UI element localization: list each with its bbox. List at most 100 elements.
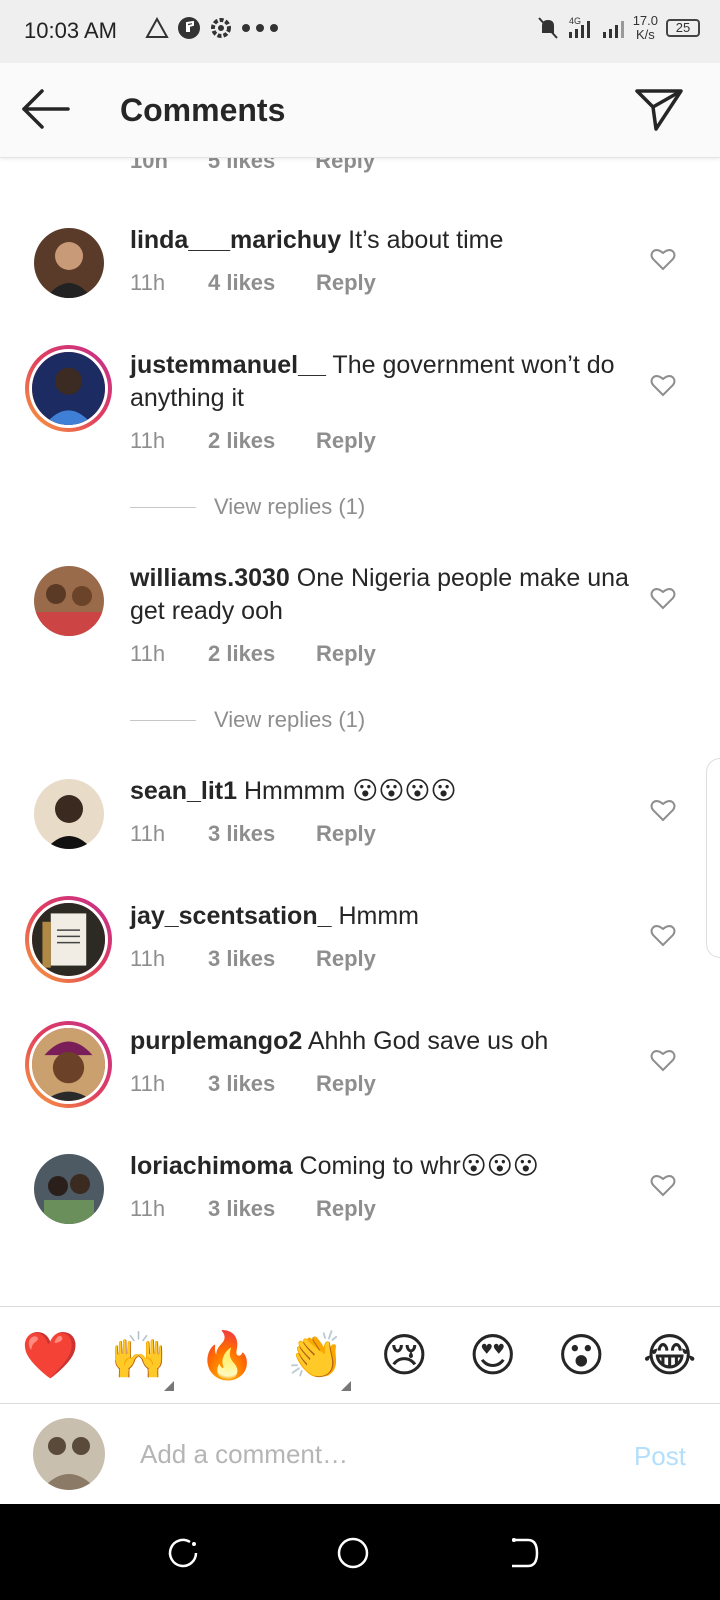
emoji-surprised-button[interactable]: 😮 — [546, 1328, 616, 1382]
avatar-image — [34, 1154, 104, 1224]
skin-tone-indicator-icon — [163, 1380, 174, 1391]
reply-button[interactable]: Reply — [316, 270, 376, 296]
page-title: Comments — [120, 92, 286, 128]
heart-icon[interactable] — [650, 247, 676, 271]
reply-button[interactable]: Reply — [316, 1071, 376, 1097]
signal-icon: 4G — [568, 16, 590, 38]
emoji-heart-eyes-button[interactable]: 😍 — [458, 1328, 528, 1382]
comment-likes[interactable]: 3 likes — [208, 1071, 316, 1097]
comments-header: Comments — [0, 63, 720, 158]
avatar-image — [34, 779, 104, 849]
back-icon[interactable] — [506, 1536, 540, 1570]
avatar-image — [34, 228, 104, 298]
cut-off-comment-meta: 10h 5 likes Reply — [130, 158, 375, 174]
status-bar: 10:03 AM 4G 17.0 K/s 25 — [0, 0, 720, 63]
comment-username[interactable]: williams.3030 — [130, 564, 290, 592]
comment-meta: 11h 3 likes Reply — [130, 1196, 376, 1222]
comment-text: purplemango2 Ahhh God save us oh — [130, 1025, 630, 1058]
comment-likes[interactable]: 2 likes — [208, 428, 316, 454]
comment-likes[interactable]: 3 likes — [208, 821, 316, 847]
comment-username[interactable]: justemmanuel__ — [130, 351, 326, 379]
emoji-raised-hands-button[interactable]: 🙌 — [104, 1328, 174, 1391]
home-icon[interactable] — [336, 1536, 370, 1570]
avatar[interactable] — [34, 228, 104, 298]
more-dots-icon — [242, 24, 278, 32]
comment-likes[interactable]: 4 likes — [208, 270, 316, 296]
comment-text: williams.3030 One Nigeria people make un… — [130, 562, 630, 628]
heart-icon[interactable] — [650, 1173, 676, 1197]
comment-likes[interactable]: 3 likes — [208, 1196, 316, 1222]
comment-meta: 11h 3 likes Reply — [130, 946, 376, 972]
comment-meta: 11h 3 likes Reply — [130, 1071, 376, 1097]
arrow-left-icon[interactable] — [20, 87, 72, 131]
reply-button[interactable]: Reply — [316, 428, 376, 454]
emoji-clap: 👏 — [287, 1328, 345, 1381]
avatar[interactable] — [34, 779, 104, 849]
status-system-icons: 4G 17.0 K/s 25 — [537, 14, 700, 42]
network-speed-unit: K/s — [635, 27, 655, 42]
view-replies-label[interactable]: View replies (1) — [214, 494, 365, 520]
heart-icon[interactable] — [650, 586, 676, 610]
comment-text: linda___marichuy It’s about time — [130, 224, 630, 257]
comment-username[interactable]: loriachimoma — [130, 1152, 293, 1180]
skin-tone-indicator-icon — [340, 1380, 351, 1391]
comment-username[interactable]: jay_scentsation_ — [130, 902, 332, 930]
comment-input[interactable] — [140, 1434, 580, 1474]
comment-list[interactable]: 10h 5 likes Reply linda___marichuy It’s … — [0, 158, 720, 1306]
comment-likes[interactable]: 3 likes — [208, 946, 316, 972]
avatar[interactable] — [25, 1021, 112, 1108]
view-replies-button[interactable]: View replies (1) — [130, 707, 365, 733]
comment-likes[interactable]: 2 likes — [208, 641, 316, 667]
gear-icon — [211, 18, 231, 38]
reply-button[interactable]: Reply — [316, 1196, 376, 1222]
post-button[interactable]: Post — [634, 1441, 686, 1472]
heart-icon[interactable] — [650, 373, 676, 397]
comment-body: Hmmm — [338, 902, 419, 930]
avatar[interactable] — [34, 1154, 104, 1224]
comment-input-bar: Post — [0, 1403, 720, 1504]
emoji-heart-button[interactable]: ❤️ — [15, 1328, 85, 1383]
comment-time: 11h — [130, 946, 166, 971]
send-icon[interactable] — [634, 87, 684, 133]
comment-time: 11h — [130, 1071, 166, 1096]
comment-body: Coming to whr😮😮😮 — [299, 1152, 539, 1180]
comment-username[interactable]: linda___marichuy — [130, 226, 341, 254]
avatar-image — [34, 566, 104, 636]
battery-indicator: 25 — [666, 19, 700, 37]
comment-time: 11h — [130, 1196, 166, 1221]
emoji-laughing-button[interactable]: 😂 — [635, 1328, 705, 1382]
view-replies-button[interactable]: View replies (1) — [130, 494, 365, 520]
user-avatar[interactable] — [33, 1418, 105, 1490]
comment-time: 11h — [130, 270, 166, 295]
avatar-image — [33, 1418, 105, 1490]
heart-icon[interactable] — [650, 923, 676, 947]
comment-body: Ahhh God save us oh — [307, 1027, 549, 1055]
avatar-image — [32, 1028, 105, 1101]
comment-time: 11h — [130, 821, 166, 846]
view-replies-label[interactable]: View replies (1) — [214, 707, 365, 733]
reply-button[interactable]: Reply — [315, 158, 375, 174]
reply-button[interactable]: Reply — [316, 946, 376, 972]
avatar[interactable] — [34, 566, 104, 636]
music-icon — [178, 17, 200, 39]
comment-likes[interactable]: 5 likes — [208, 158, 275, 174]
svg-text:4G: 4G — [569, 16, 581, 26]
reply-button[interactable]: Reply — [316, 641, 376, 667]
heart-icon[interactable] — [650, 1048, 676, 1072]
comment-username[interactable]: purplemango2 — [130, 1027, 302, 1055]
signal-icon — [602, 21, 624, 38]
comment-meta: 11h 4 likes Reply — [130, 270, 376, 296]
comment-username[interactable]: sean_lit1 — [130, 777, 237, 805]
emoji-clap-button[interactable]: 👏 — [281, 1328, 351, 1391]
emoji-crying-button[interactable]: 😢 — [369, 1328, 439, 1382]
avatar-image — [32, 352, 105, 425]
mute-icon — [537, 17, 558, 39]
heart-icon[interactable] — [650, 798, 676, 822]
recents-icon[interactable] — [166, 1536, 200, 1570]
avatar[interactable] — [25, 345, 112, 432]
avatar[interactable] — [25, 896, 112, 983]
scroll-handle[interactable] — [706, 758, 720, 958]
divider — [130, 719, 196, 721]
emoji-fire-button[interactable]: 🔥 — [192, 1328, 262, 1383]
reply-button[interactable]: Reply — [316, 821, 376, 847]
